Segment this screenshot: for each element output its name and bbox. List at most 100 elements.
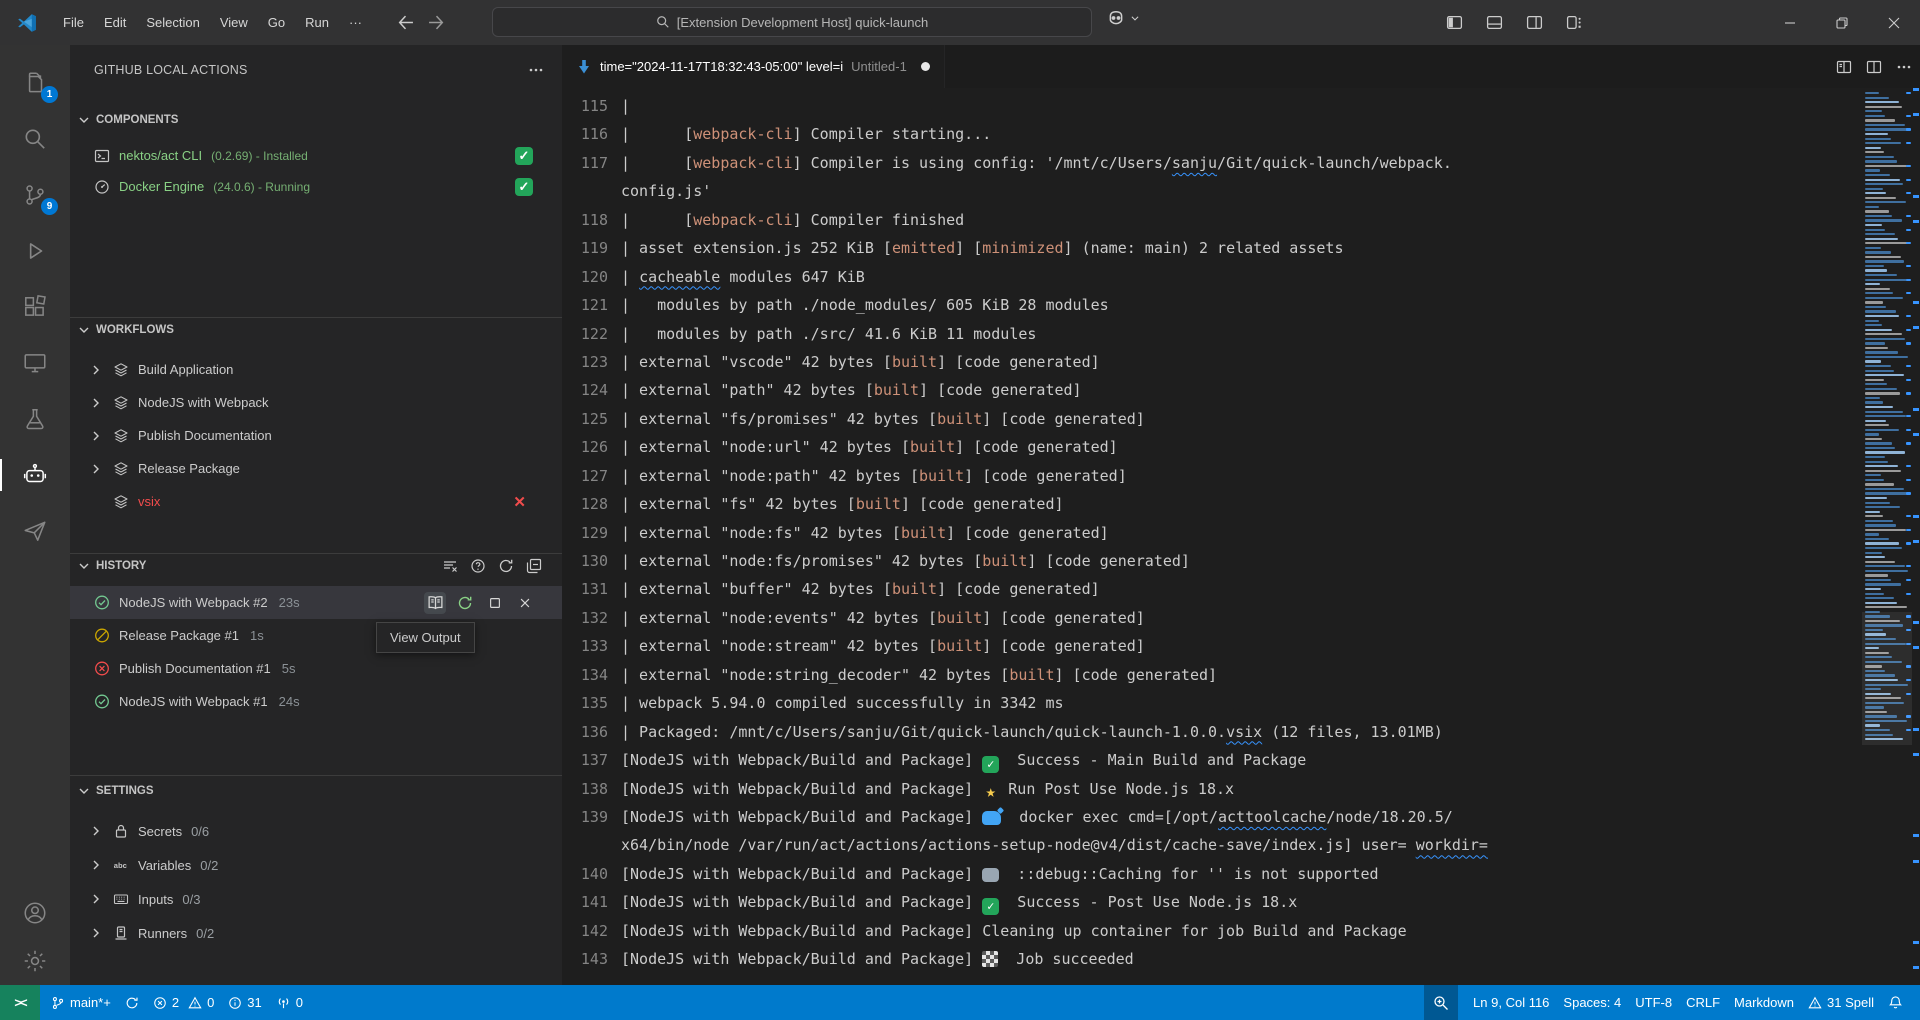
workflow-row[interactable]: ✕vsix: [70, 485, 562, 518]
tab-bar: time="2024-11-17T18:32:43-05:00" level=i…: [562, 45, 1920, 88]
more-actions-icon[interactable]: [1896, 59, 1912, 75]
editor-line: 138[NodeJS with Webpack/Build and Packag…: [562, 775, 1862, 803]
open-preview-icon[interactable]: [1836, 59, 1852, 75]
minimap-slider[interactable]: [1862, 612, 1912, 745]
menu-edit[interactable]: Edit: [95, 11, 135, 34]
history-header[interactable]: HISTORY: [70, 554, 562, 578]
chevron-right-icon[interactable]: [88, 461, 104, 477]
settings-row-variables[interactable]: abcVariables0/2: [70, 848, 562, 882]
problems-status[interactable]: 2 0: [146, 989, 221, 1016]
component-row[interactable]: Docker Engine(24.0.6) - Running✓: [70, 171, 562, 202]
settings-row-inputs[interactable]: Inputs0/3: [70, 882, 562, 916]
activity-robot-icon[interactable]: [0, 447, 70, 503]
help-icon[interactable]: [470, 558, 486, 574]
history-row[interactable]: NodeJS with Webpack #223s: [70, 586, 562, 619]
editor-line: 142[NodeJS with Webpack/Build and Packag…: [562, 917, 1862, 945]
activity-paper-plane-icon[interactable]: [0, 503, 70, 559]
activity-gear-icon[interactable]: [0, 937, 70, 985]
stop-button[interactable]: [484, 592, 506, 614]
rerun-button[interactable]: [454, 592, 476, 614]
remote-indicator[interactable]: ><: [0, 985, 40, 1020]
activity-search-icon[interactable]: [0, 111, 70, 167]
settings-header[interactable]: SETTINGS: [70, 776, 562, 806]
menu-go[interactable]: Go: [259, 11, 294, 34]
chevron-right-icon[interactable]: [88, 395, 104, 411]
sync-status[interactable]: [118, 989, 146, 1016]
activity-account-icon[interactable]: [0, 889, 70, 937]
view-output-button[interactable]: [424, 592, 446, 614]
minimize-button[interactable]: [1764, 0, 1816, 45]
refresh-icon[interactable]: [498, 558, 514, 574]
activity-extensions-icon[interactable]: [0, 279, 70, 335]
notifications-bell[interactable]: [1881, 989, 1910, 1016]
menu-file[interactable]: File: [54, 11, 93, 34]
chevron-right-icon[interactable]: [88, 891, 104, 907]
zoom-indicator[interactable]: [1424, 985, 1458, 1020]
clear-history-icon[interactable]: [442, 558, 458, 574]
history-row[interactable]: Publish Documentation #15s: [70, 652, 562, 685]
workflow-row[interactable]: Release Package: [70, 452, 562, 485]
components-header[interactable]: COMPONENTS: [70, 108, 562, 132]
settings-row-runners[interactable]: Runners0/2: [70, 916, 562, 950]
activity-source-control-icon[interactable]: 9: [0, 167, 70, 223]
close-button[interactable]: [1868, 0, 1920, 45]
back-icon[interactable]: [397, 14, 414, 31]
workflow-row[interactable]: Publish Documentation: [70, 419, 562, 452]
overview-ruler[interactable]: [1912, 88, 1920, 985]
activity-files-icon[interactable]: 1: [0, 55, 70, 111]
eol-status[interactable]: CRLF: [1679, 989, 1727, 1016]
tab-untitled-1[interactable]: time="2024-11-17T18:32:43-05:00" level=i…: [562, 45, 945, 88]
editor-line: 123| external "vscode" 42 bytes [built] …: [562, 348, 1862, 376]
remove-button[interactable]: [514, 592, 536, 614]
restore-button[interactable]: [1816, 0, 1868, 45]
branch-status[interactable]: main*+: [44, 989, 118, 1016]
workflow-row[interactable]: Build Application: [70, 353, 562, 386]
chevron-right-icon[interactable]: [88, 823, 104, 839]
info-status[interactable]: 31: [221, 989, 268, 1016]
spell-checker-status[interactable]: 31 Spell: [1801, 989, 1881, 1016]
command-center[interactable]: [Extension Development Host] quick-launc…: [492, 7, 1092, 37]
language-mode[interactable]: Markdown: [1727, 989, 1801, 1016]
chevron-right-icon[interactable]: [88, 925, 104, 941]
component-row[interactable]: nektos/act CLI(0.2.69) - Installed✓: [70, 140, 562, 171]
cursor-position[interactable]: Ln 9, Col 116: [1466, 989, 1556, 1016]
indentation-status[interactable]: Spaces: 4: [1556, 989, 1628, 1016]
chevron-right-icon[interactable]: [88, 857, 104, 873]
toggle-primary-sidebar-icon[interactable]: [1439, 10, 1469, 36]
more-actions-icon[interactable]: [528, 62, 544, 78]
collapse-all-icon[interactable]: [526, 558, 542, 574]
status-bar: >< main*+ 2 0 31 0: [0, 985, 1920, 1020]
settings-row-secrets[interactable]: Secrets0/6: [70, 814, 562, 848]
history-row[interactable]: Release Package #11s: [70, 619, 562, 652]
workflow-row[interactable]: NodeJS with Webpack: [70, 386, 562, 419]
customize-layout-icon[interactable]: [1559, 10, 1589, 36]
editor-line: 141[NodeJS with Webpack/Build and Packag…: [562, 888, 1862, 916]
error-x-icon[interactable]: ✕: [513, 493, 526, 511]
activity-monitor-icon[interactable]: [0, 335, 70, 391]
editor-line: 134| external "node:string_decoder" 42 b…: [562, 661, 1862, 689]
chevron-down-icon: [76, 322, 92, 338]
chevron-right-icon[interactable]: [88, 362, 104, 378]
workflows-header[interactable]: WORKFLOWS: [70, 318, 562, 342]
ports-status[interactable]: 0: [269, 989, 310, 1016]
editor-pane[interactable]: 115|116| [webpack-cli] Compiler starting…: [562, 88, 1920, 985]
split-editor-icon[interactable]: [1866, 59, 1882, 75]
copilot-menu[interactable]: [1106, 8, 1140, 28]
line-number: 135: [562, 689, 608, 717]
warning-icon: [188, 996, 202, 1010]
encoding-status[interactable]: UTF-8: [1628, 989, 1679, 1016]
menu-more[interactable]: ···: [340, 11, 371, 34]
menu-run[interactable]: Run: [296, 11, 338, 34]
forward-icon[interactable]: [428, 14, 445, 31]
status-success: [94, 694, 110, 710]
chevron-right-icon[interactable]: [88, 428, 104, 444]
minimap[interactable]: [1862, 88, 1912, 985]
history-row[interactable]: NodeJS with Webpack #124s: [70, 685, 562, 718]
toggle-panel-icon[interactable]: [1479, 10, 1509, 36]
toggle-secondary-sidebar-icon[interactable]: [1519, 10, 1549, 36]
activity-beaker-icon[interactable]: [0, 391, 70, 447]
modified-dot-icon[interactable]: [921, 62, 930, 71]
activity-run-debug-icon[interactable]: [0, 223, 70, 279]
menu-selection[interactable]: Selection: [137, 11, 208, 34]
menu-view[interactable]: View: [211, 11, 257, 34]
